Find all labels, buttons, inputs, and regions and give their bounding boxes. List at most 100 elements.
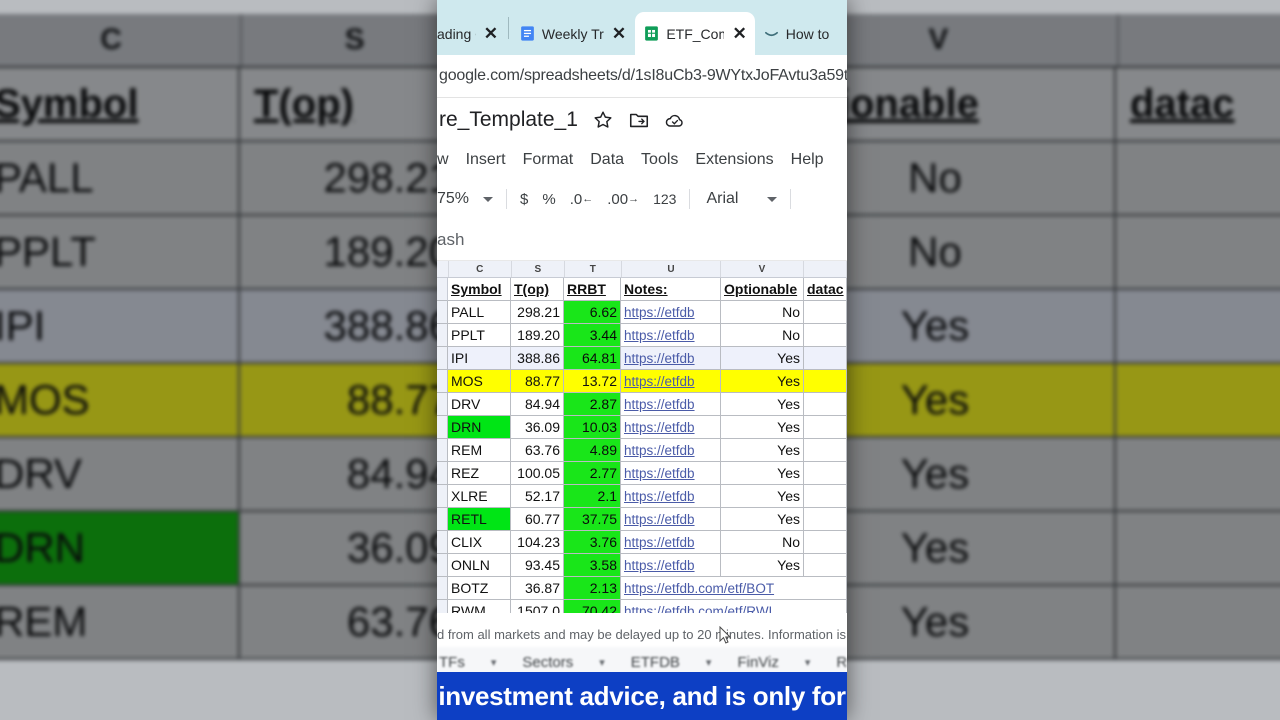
cell-notes-link[interactable]: https://etfdb (621, 301, 721, 324)
sheet-tab-etfs[interactable]: TFs (439, 654, 465, 671)
chevron-down-icon[interactable]: ▾ (599, 656, 605, 669)
cell-optionable[interactable]: Yes (721, 462, 804, 485)
table-row[interactable]: IPI 388.86 64.81 https://etfdb Yes (437, 347, 847, 370)
cell-datac[interactable] (804, 347, 847, 370)
cell-notes-link[interactable]: https://etfdb (621, 554, 721, 577)
cell-optionable[interactable]: No (721, 324, 804, 347)
cell-optionable[interactable]: Yes (721, 508, 804, 531)
cell-top[interactable]: 36.87 (511, 577, 564, 600)
cell-symbol[interactable]: REZ (448, 462, 511, 485)
cell-top[interactable]: 388.86 (511, 347, 564, 370)
cell-notes-link[interactable]: https://etfdb (621, 439, 721, 462)
cell-top[interactable]: 52.17 (511, 485, 564, 508)
decrease-decimal-button[interactable]: .0 ← (563, 184, 601, 214)
cell-notes-link[interactable]: https://etfdb (621, 531, 721, 554)
font-dropdown-button[interactable] (745, 184, 784, 214)
cell-optionable[interactable]: Yes (721, 393, 804, 416)
cell-rrbt[interactable]: 3.58 (564, 554, 621, 577)
cell-notes-link[interactable]: https://etfdb (621, 324, 721, 347)
cell-datac[interactable] (804, 393, 847, 416)
sheet-tab-etfdb[interactable]: ETFDB (631, 654, 680, 671)
table-row[interactable]: PALL 298.21 6.62 https://etfdb No (437, 301, 847, 324)
sheet-tab-sectors[interactable]: Sectors (522, 654, 573, 671)
cell-symbol[interactable]: MOS (448, 370, 511, 393)
cell-symbol[interactable]: RETL (448, 508, 511, 531)
chevron-down-icon[interactable]: ▾ (706, 656, 712, 669)
cell-symbol[interactable]: DRN (448, 416, 511, 439)
table-row[interactable]: RETL 60.77 37.75 https://etfdb Yes (437, 508, 847, 531)
sheet-tab-finviz[interactable]: FinViz (737, 654, 778, 671)
cell-rrbt[interactable]: 6.62 (564, 301, 621, 324)
cell-rrbt[interactable]: 3.76 (564, 531, 621, 554)
cell-optionable[interactable]: Yes (721, 347, 804, 370)
cell-rrbt[interactable]: 4.89 (564, 439, 621, 462)
table-row[interactable]: REM 63.76 4.89 https://etfdb Yes (437, 439, 847, 462)
move-to-folder-icon[interactable] (628, 109, 650, 131)
cell-top[interactable]: 189.20 (511, 324, 564, 347)
cell-top[interactable]: 104.23 (511, 531, 564, 554)
address-bar[interactable]: google.com/spreadsheets/d/1sI8uCb3-9WYtx… (437, 55, 847, 98)
cell-top[interactable]: 36.09 (511, 416, 564, 439)
cell-top[interactable]: 63.76 (511, 439, 564, 462)
table-row[interactable]: ONLN 93.45 3.58 https://etfdb Yes (437, 554, 847, 577)
cell-optionable[interactable]: No (721, 301, 804, 324)
cell-notes-link[interactable]: https://etfdb.com/etf/BOT (621, 577, 804, 600)
cell-rrbt[interactable]: 70.42 (564, 600, 621, 613)
cell-notes-link[interactable]: https://etfdb (621, 370, 721, 393)
cell-datac[interactable] (804, 508, 847, 531)
table-row[interactable]: CLIX 104.23 3.76 https://etfdb No (437, 531, 847, 554)
cell-rrbt[interactable]: 2.77 (564, 462, 621, 485)
grid-col-letter-s[interactable]: S (512, 261, 565, 277)
cell-symbol[interactable]: ONLN (448, 554, 511, 577)
close-icon[interactable]: ✕ (484, 25, 498, 42)
cell-notes-link[interactable]: https://etfdb.com/etf/RWI (621, 600, 804, 613)
menu-item-view[interactable]: w (437, 151, 449, 169)
font-family-value[interactable]: Arial (696, 184, 745, 214)
table-row-highlighted[interactable]: MOS 88.77 13.72 https://etfdb Yes (437, 370, 847, 393)
cell-symbol[interactable]: PPLT (448, 324, 511, 347)
table-row[interactable]: DRN 36.09 10.03 https://etfdb Yes (437, 416, 847, 439)
cell-symbol[interactable]: DRV (448, 393, 511, 416)
table-row[interactable]: DRV 84.94 2.87 https://etfdb Yes (437, 393, 847, 416)
cell-notes-link[interactable]: https://etfdb (621, 462, 721, 485)
cell-datac[interactable] (804, 370, 847, 393)
cell-top[interactable]: 60.77 (511, 508, 564, 531)
cell-symbol[interactable]: XLRE (448, 485, 511, 508)
menu-item-data[interactable]: Data (590, 151, 624, 169)
cell-datac[interactable] (804, 600, 847, 613)
cell-symbol[interactable]: BOTZ (448, 577, 511, 600)
cell-top[interactable]: 298.21 (511, 301, 564, 324)
chevron-down-icon[interactable]: ▾ (491, 656, 497, 669)
cell-top[interactable]: 1507.0 (511, 600, 564, 613)
close-icon[interactable]: ✕ (732, 25, 746, 42)
grid-col-letter-u[interactable]: U (622, 261, 722, 277)
increase-decimal-button[interactable]: .00 → (600, 184, 646, 214)
star-icon[interactable] (592, 109, 614, 131)
browser-tab-trading[interactable]: ading G ✕ (437, 12, 507, 55)
cell-optionable[interactable]: Yes (721, 370, 804, 393)
cell-datac[interactable] (804, 577, 847, 600)
cell-symbol[interactable]: CLIX (448, 531, 511, 554)
cell-optionable[interactable]: No (721, 531, 804, 554)
cloud-saved-icon[interactable] (664, 109, 686, 131)
menu-item-format[interactable]: Format (523, 151, 574, 169)
cell-rrbt[interactable]: 2.87 (564, 393, 621, 416)
cell-rrbt[interactable]: 37.75 (564, 508, 621, 531)
table-row-partial[interactable]: RWM 1507.0 70.42 https://etfdb.com/etf/R… (437, 600, 847, 613)
cell-datac[interactable] (804, 462, 847, 485)
cell-notes-link[interactable]: https://etfdb (621, 347, 721, 370)
cell-symbol[interactable]: PALL (448, 301, 511, 324)
table-row[interactable]: XLRE 52.17 2.1 https://etfdb Yes (437, 485, 847, 508)
browser-tab-weekly[interactable]: Weekly Tr ✕ (510, 12, 636, 55)
menu-item-tools[interactable]: Tools (641, 151, 678, 169)
cell-symbol[interactable]: RWM (448, 600, 511, 613)
grid-col-letter-w[interactable] (804, 261, 847, 277)
currency-format-button[interactable]: $ (513, 184, 535, 214)
cell-optionable[interactable]: Yes (721, 416, 804, 439)
cell-optionable[interactable]: Yes (721, 554, 804, 577)
cell-top[interactable]: 100.05 (511, 462, 564, 485)
close-icon[interactable]: ✕ (612, 25, 626, 42)
cell-rrbt[interactable]: 2.1 (564, 485, 621, 508)
cell-symbol[interactable]: REM (448, 439, 511, 462)
cell-datac[interactable] (804, 416, 847, 439)
